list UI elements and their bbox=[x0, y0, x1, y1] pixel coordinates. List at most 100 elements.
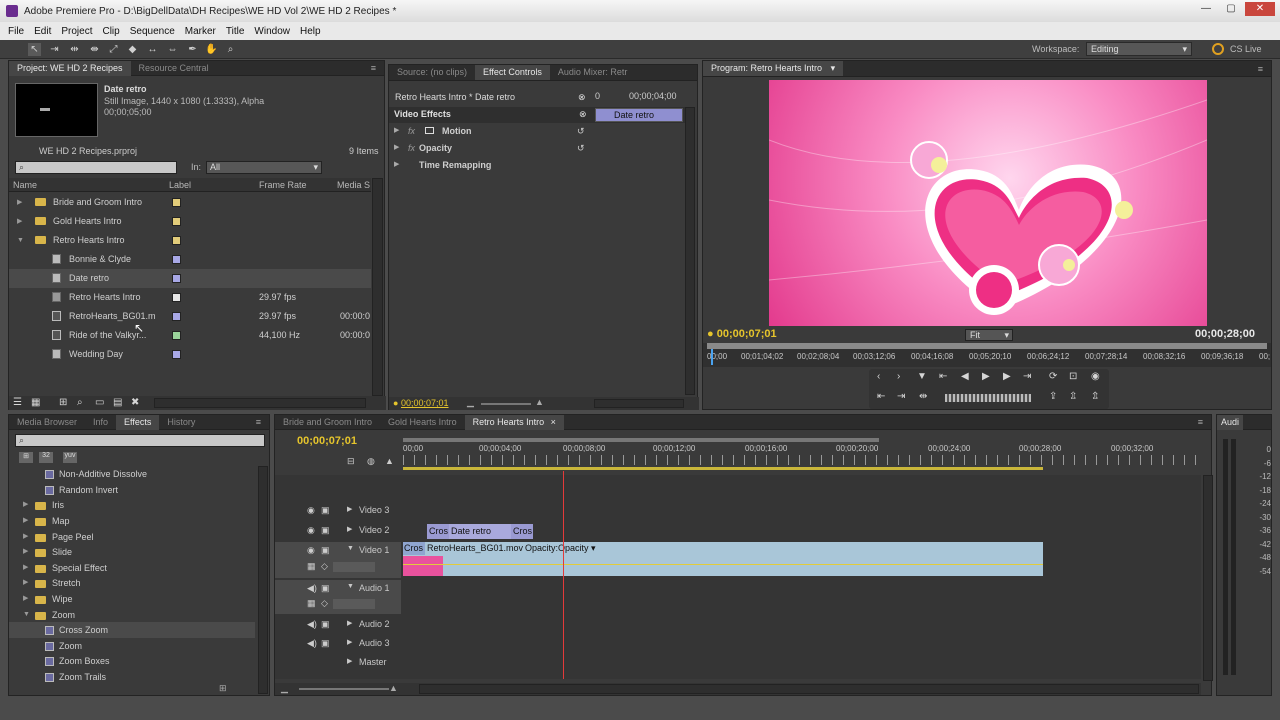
expand-arrow-icon[interactable]: ▶ bbox=[23, 575, 28, 591]
list-item[interactable]: RetroHearts_BG01.m 29.97 fps 00:00:0 bbox=[9, 307, 371, 326]
timeline-vertical-scrollbar[interactable] bbox=[1203, 475, 1213, 681]
jog-shuttle-slider[interactable] bbox=[945, 394, 1031, 402]
program-video-frame[interactable] bbox=[769, 80, 1207, 326]
video-clip[interactable]: Cros RetroHearts_BG01.mov Opacity:Opacit… bbox=[403, 542, 1043, 576]
list-item[interactable]: ▼ Zoom bbox=[9, 607, 255, 623]
list-item[interactable]: Random Invert bbox=[9, 482, 255, 498]
maximize-icon[interactable]: ▢ bbox=[1220, 2, 1242, 16]
expand-arrow-icon[interactable]: ▶ bbox=[394, 140, 399, 156]
effect-row-time-remapping[interactable]: ▶ Time Remapping bbox=[389, 157, 589, 173]
new-bin-icon[interactable]: ▭ bbox=[95, 397, 104, 408]
list-item[interactable]: Bonnie & Clyde bbox=[9, 250, 371, 269]
list-item[interactable]: ▶ Bride and Groom Intro bbox=[9, 193, 371, 212]
keyframe-icon[interactable]: ◇ bbox=[321, 561, 328, 572]
expand-arrow-icon[interactable]: ▶ bbox=[23, 591, 28, 607]
zoom-tool-icon[interactable]: ⌕ bbox=[224, 43, 237, 56]
motion-transform-icon[interactable] bbox=[425, 127, 434, 134]
list-item[interactable]: ▼ Retro Hearts Intro bbox=[9, 231, 371, 250]
close-tab-icon[interactable]: × bbox=[551, 417, 556, 427]
expand-arrow-icon[interactable]: ▶ bbox=[23, 560, 28, 576]
menu-marker[interactable]: Marker bbox=[180, 26, 221, 37]
add-marker-icon[interactable]: ▼ bbox=[917, 371, 927, 382]
menu-help[interactable]: Help bbox=[295, 26, 326, 37]
list-item[interactable]: ▶ Page Peel bbox=[9, 529, 255, 545]
tab-source[interactable]: Source: (no clips) bbox=[389, 65, 475, 80]
list-item[interactable]: ▶ Special Effect bbox=[9, 560, 255, 576]
program-timecode[interactable]: ● 00;00;07;01 bbox=[707, 328, 777, 340]
effect-row-opacity[interactable]: ▶ fx Opacity ↺ bbox=[389, 140, 589, 156]
ec-zoom-slider[interactable] bbox=[481, 403, 531, 405]
expand-arrow-icon[interactable]: ▶ bbox=[394, 123, 399, 139]
program-time-ruler[interactable]: 00;00 00;01;04;02 00;02;08;04 00;03;12;0… bbox=[703, 343, 1271, 367]
in-filter-select[interactable]: All ▾ bbox=[206, 161, 322, 174]
new-item-icon[interactable]: ▤ bbox=[113, 397, 122, 408]
set-marker-icon[interactable]: ▲ bbox=[385, 456, 394, 466]
transition-clip[interactable]: Cros bbox=[427, 524, 449, 539]
menu-edit[interactable]: Edit bbox=[29, 26, 56, 37]
razor-tool-icon[interactable]: ◆ bbox=[126, 43, 139, 56]
expand-arrow-icon[interactable]: ▶ bbox=[347, 619, 352, 627]
lock-icon[interactable]: ▣ bbox=[321, 505, 330, 516]
display-style-icon[interactable]: ▦ bbox=[307, 561, 316, 572]
eye-icon[interactable]: ◉ bbox=[307, 545, 315, 556]
reset-icon[interactable]: ↺ bbox=[577, 123, 585, 139]
track-header-video3[interactable]: ◉ ▣ ▶ Video 3 bbox=[275, 502, 401, 520]
column-frame-rate[interactable]: Frame Rate bbox=[259, 178, 307, 192]
effect-row-motion[interactable]: ▶ fx Motion ↺ bbox=[389, 123, 589, 139]
column-name[interactable]: Name bbox=[13, 178, 37, 192]
keyframe-nav[interactable] bbox=[333, 599, 375, 609]
trim-icon[interactable]: ⇬ bbox=[1091, 391, 1099, 402]
extract-icon[interactable]: ⇫ bbox=[1069, 391, 1077, 402]
transition-clip[interactable]: Cros bbox=[403, 542, 425, 555]
project-horizontal-scrollbar[interactable] bbox=[154, 398, 366, 408]
play-in-to-out-icon[interactable]: ⇤ bbox=[877, 391, 885, 402]
list-item[interactable]: Wedding Day bbox=[9, 345, 371, 364]
minimize-icon[interactable]: — bbox=[1195, 2, 1217, 16]
list-item[interactable]: Zoom bbox=[9, 638, 255, 654]
collapse-arrow-icon[interactable]: ▼ bbox=[17, 231, 24, 250]
lock-icon[interactable]: ▣ bbox=[321, 525, 330, 536]
menu-title[interactable]: Title bbox=[221, 26, 250, 37]
timeline-timecode[interactable]: 00;00;07;01 bbox=[297, 435, 357, 447]
expand-arrow-icon[interactable]: ▶ bbox=[23, 497, 28, 513]
go-to-in-icon[interactable]: ⇤ bbox=[939, 371, 947, 382]
expand-arrow-icon[interactable]: ▶ bbox=[23, 544, 28, 560]
play-icon[interactable]: ▶ bbox=[982, 371, 990, 382]
track-header-video1[interactable]: ◉ ▣ ▼ Video 1 ▦ ◇ bbox=[275, 542, 401, 578]
ec-timecode[interactable]: 00;00;07;01 bbox=[401, 398, 449, 408]
tab-history[interactable]: History bbox=[159, 415, 203, 430]
toggle-animation-icon[interactable]: ⊗ bbox=[579, 109, 587, 120]
project-vertical-scrollbar[interactable] bbox=[372, 178, 383, 396]
ec-vertical-scrollbar[interactable] bbox=[685, 107, 695, 395]
collapse-arrow-icon[interactable]: ▼ bbox=[347, 545, 354, 552]
safe-margins-icon[interactable]: ⊡ bbox=[1069, 371, 1077, 382]
tab-effect-controls[interactable]: Effect Controls bbox=[475, 65, 550, 80]
cs-live-icon[interactable] bbox=[1212, 43, 1224, 55]
selection-tool-icon[interactable]: ↖ bbox=[28, 43, 41, 56]
display-style-icon[interactable]: ▦ bbox=[307, 598, 316, 609]
lock-icon[interactable]: ▣ bbox=[321, 583, 330, 594]
list-item[interactable]: ▶ Iris bbox=[9, 497, 255, 513]
expand-arrow-icon[interactable]: ▶ bbox=[347, 638, 352, 646]
menu-sequence[interactable]: Sequence bbox=[125, 26, 180, 37]
tab-media-browser[interactable]: Media Browser bbox=[9, 415, 85, 430]
timeline-ruler[interactable]: 00;00 00;00;04;00 00;00;08;00 00;00;12;0… bbox=[403, 438, 1201, 471]
tab-audio-mixer[interactable]: Audio Mixer: Retr bbox=[550, 65, 636, 80]
track-header-audio1[interactable]: ◀) ▣ ▼ Audio 1 ▦ ◇ bbox=[275, 580, 401, 614]
timeline-playhead[interactable] bbox=[563, 471, 564, 679]
column-media-start[interactable]: Media S bbox=[337, 178, 370, 192]
track-header-audio2[interactable]: ◀) ▣ ▶ Audio 2 bbox=[275, 616, 401, 634]
project-search-input[interactable]: ⌕ bbox=[15, 161, 177, 174]
set-encore-marker-icon[interactable]: ◍ bbox=[367, 456, 375, 467]
expand-arrow-icon[interactable]: ▶ bbox=[394, 157, 399, 173]
speaker-icon[interactable]: ◀) bbox=[307, 583, 317, 594]
reset-icon[interactable]: ↺ bbox=[577, 140, 585, 156]
program-playhead[interactable] bbox=[711, 349, 713, 365]
workspace-select[interactable]: Editing ▾ bbox=[1086, 42, 1192, 56]
panel-menu-icon[interactable]: ≡ bbox=[371, 63, 384, 73]
chevron-down-icon[interactable]: ▾ bbox=[831, 63, 836, 73]
fx-badge-icon[interactable]: fx bbox=[408, 140, 415, 156]
output-icon[interactable]: ◉ bbox=[1091, 371, 1100, 382]
zoom-out-icon[interactable]: ▁ bbox=[281, 683, 288, 694]
rate-stretch-tool-icon[interactable]: ⤢ bbox=[107, 43, 120, 56]
